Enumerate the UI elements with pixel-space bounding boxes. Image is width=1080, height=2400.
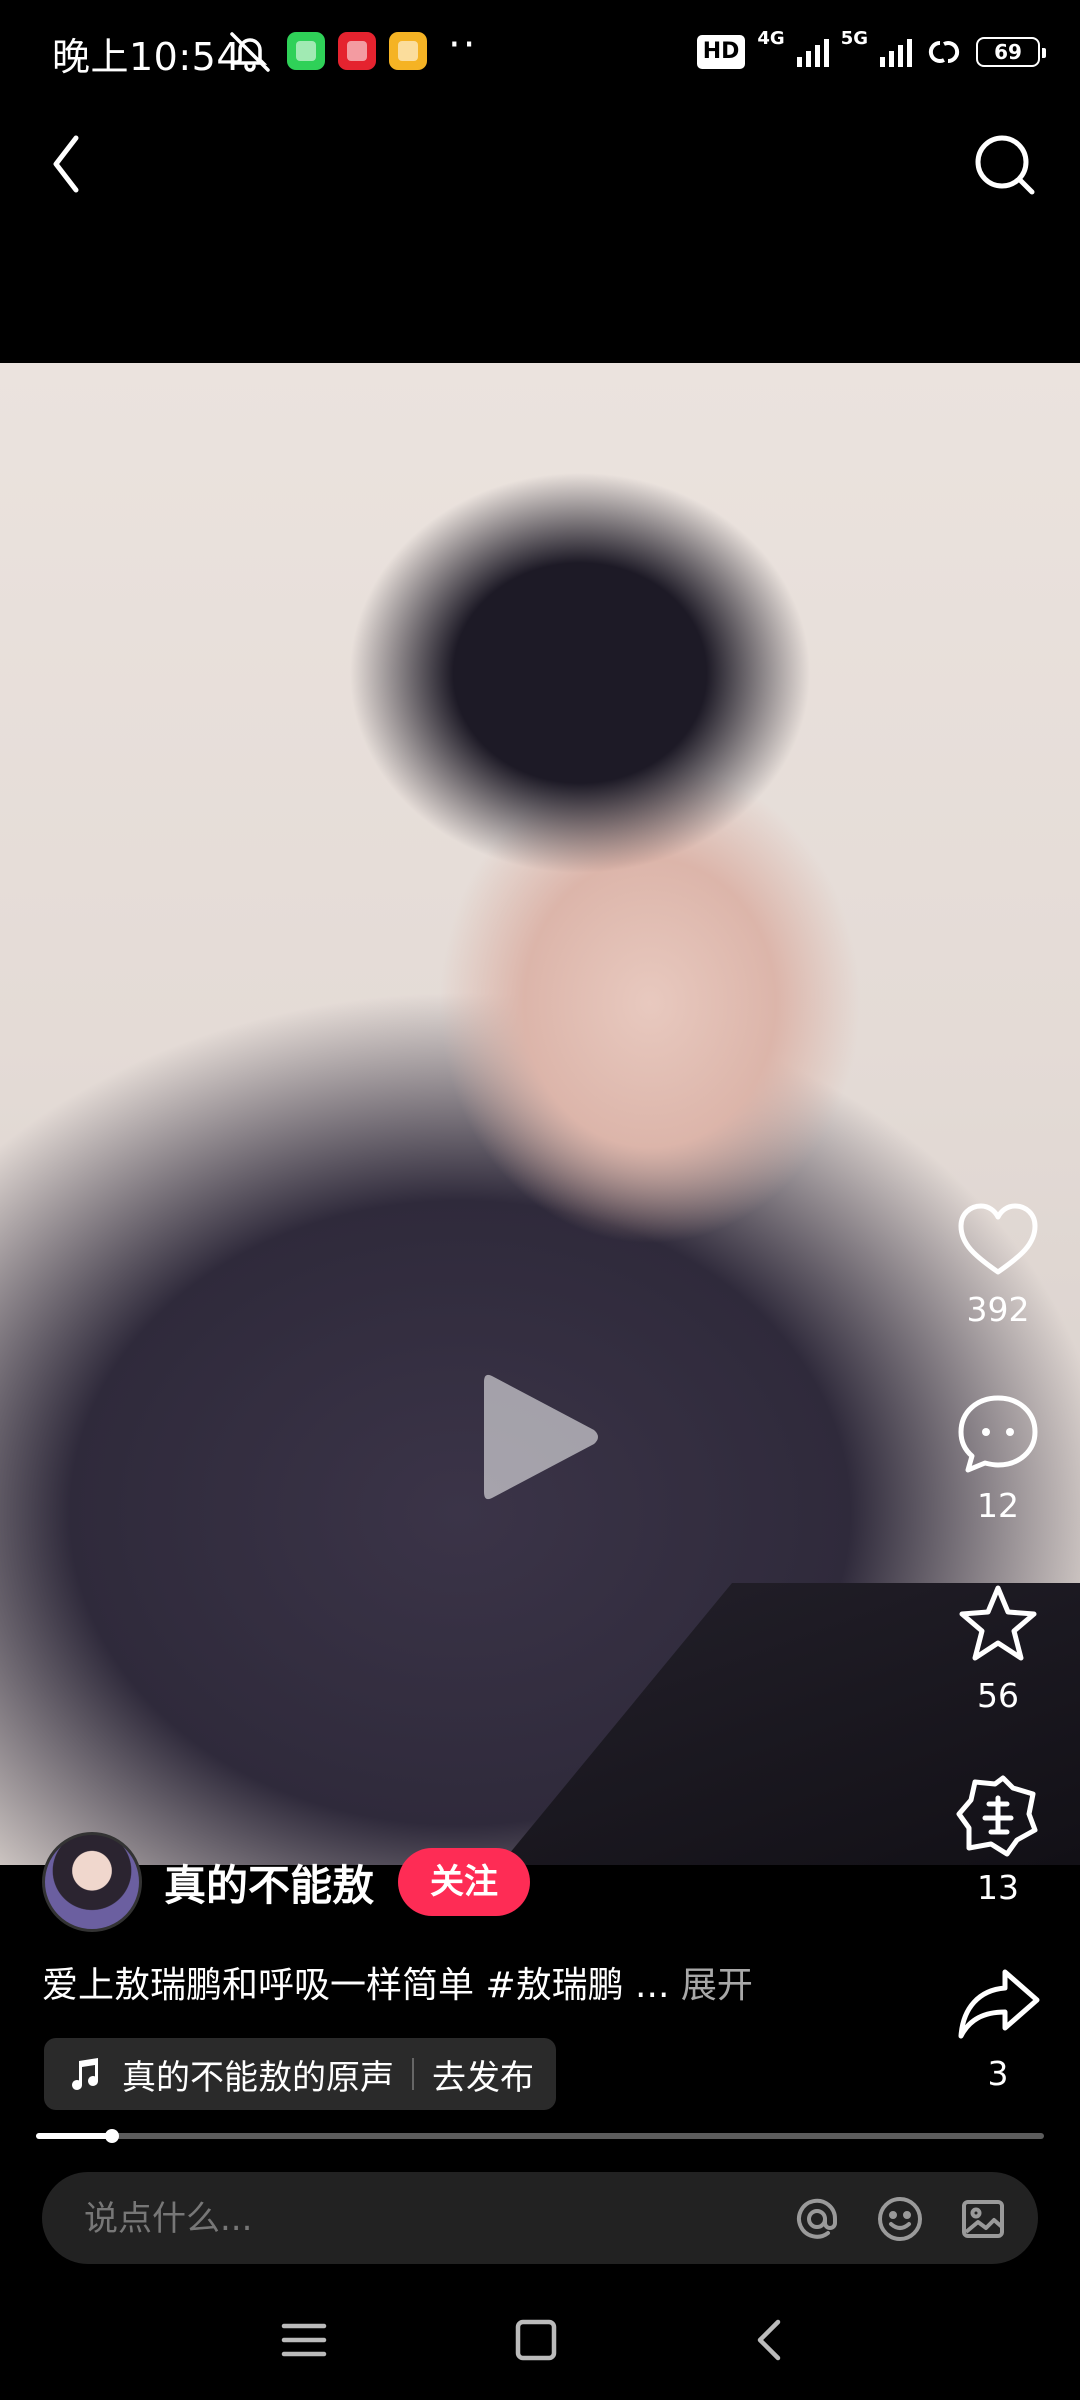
- star-icon: [959, 1585, 1037, 1661]
- author-row: 真的不能敖 关注: [42, 1832, 531, 1932]
- progress-knob[interactable]: [104, 2129, 119, 2143]
- like-count: 392: [966, 1290, 1030, 1329]
- publish-with-sound-button[interactable]: 去发布: [432, 2050, 534, 2099]
- xiaohongshu-app-icon: [338, 32, 376, 70]
- music-chip[interactable]: 真的不能敖的原声 去发布: [44, 2038, 556, 2110]
- network-5g-label: 5G: [840, 28, 868, 49]
- status-time: 晚上10:54: [52, 35, 242, 79]
- top-nav: [0, 110, 1080, 230]
- video-caption[interactable]: 爱上敖瑞鹏和呼吸一样简单 #敖瑞鹏 ... 展开: [42, 1956, 753, 2008]
- music-note-icon: [72, 2058, 98, 2090]
- comment-button[interactable]: 12: [938, 1392, 1058, 1525]
- group-buy-icon: [956, 1775, 1038, 1857]
- author-name[interactable]: 真的不能敖: [164, 1852, 374, 1913]
- more-notifications-icon: ··: [448, 22, 478, 68]
- expand-link[interactable]: 展开: [681, 1965, 753, 2006]
- at-mention-icon[interactable]: [792, 2194, 842, 2244]
- share-button[interactable]: 3: [938, 1964, 1058, 2093]
- battery-icon: 69: [976, 37, 1046, 67]
- share-arrow-icon: [958, 1969, 1040, 2039]
- favorite-button[interactable]: 56: [938, 1582, 1058, 1715]
- hd-badge: HD: [696, 35, 746, 69]
- bell-muted-icon: [230, 32, 270, 72]
- group-buy-button[interactable]: 13: [938, 1774, 1058, 1907]
- comment-count: 12: [977, 1486, 1019, 1525]
- battery-level: 69: [994, 40, 1022, 64]
- play-icon[interactable]: [478, 1366, 604, 1508]
- avatar[interactable]: [42, 1832, 142, 1932]
- progress-fill: [36, 2133, 112, 2139]
- share-count: 3: [987, 2054, 1009, 2093]
- status-bar: 晚上10:54 ·· HD 4G 5G 69: [0, 0, 1080, 100]
- back-arrow-icon[interactable]: [740, 2310, 800, 2370]
- comment-input[interactable]: [82, 2172, 786, 2266]
- follow-button[interactable]: 关注: [398, 1848, 531, 1916]
- system-nav-bar: [0, 2290, 1080, 2400]
- comment-bar: [42, 2172, 1038, 2266]
- notes-app-icon: [389, 32, 427, 70]
- emoji-icon[interactable]: [875, 2194, 925, 2244]
- video-player[interactable]: [0, 363, 1080, 1865]
- video-progress-bar[interactable]: [36, 2129, 1044, 2143]
- wechat-app-icon: [287, 32, 325, 70]
- search-icon[interactable]: [964, 124, 1044, 204]
- signal-icon: [796, 37, 829, 67]
- heart-icon: [958, 1203, 1038, 1275]
- image-icon[interactable]: [958, 2194, 1008, 2244]
- sound-name: 真的不能敖的原声: [122, 2057, 394, 2098]
- favorite-count: 56: [977, 1676, 1019, 1715]
- signal-icon-2: [880, 37, 912, 67]
- comment-bubble-icon: [958, 1395, 1038, 1473]
- menu-icon[interactable]: [274, 2310, 334, 2370]
- home-square-icon[interactable]: [506, 2310, 566, 2370]
- status-indicators: HD 4G 5G 69: [696, 28, 1046, 74]
- network-4g-label: 4G: [757, 28, 785, 49]
- chevron-left-icon[interactable]: [36, 124, 116, 204]
- like-button[interactable]: 392: [938, 1200, 1058, 1329]
- caption-text: 爱上敖瑞鹏和呼吸一样简单 #敖瑞鹏 ...: [42, 1965, 670, 2006]
- group-buy-count: 13: [977, 1868, 1019, 1907]
- divider: [412, 2058, 414, 2090]
- link-icon: [928, 40, 960, 64]
